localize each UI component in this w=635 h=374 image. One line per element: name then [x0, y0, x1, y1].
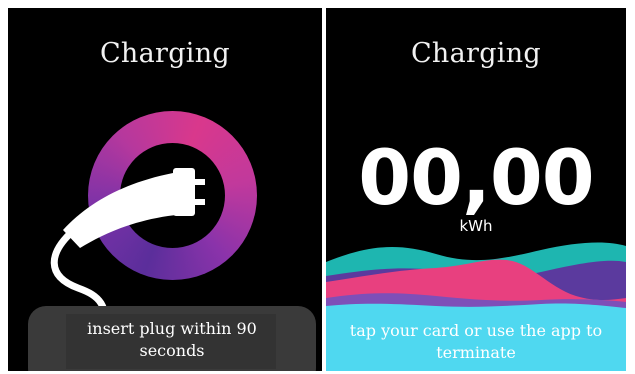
charging-progress-screen: Charging 00,00 kWh tap your card or use … [326, 8, 626, 371]
plug-in-screen: Charging insert plug within 90 seconds [8, 8, 322, 371]
insert-plug-message: insert plug within 90 seconds [87, 319, 257, 360]
screen-title: Charging [410, 38, 542, 69]
energy-unit: kWh [459, 217, 493, 235]
terminate-instruction: tap your card or use the app to terminat… [349, 321, 603, 362]
energy-counter: 00,00 [358, 133, 594, 222]
